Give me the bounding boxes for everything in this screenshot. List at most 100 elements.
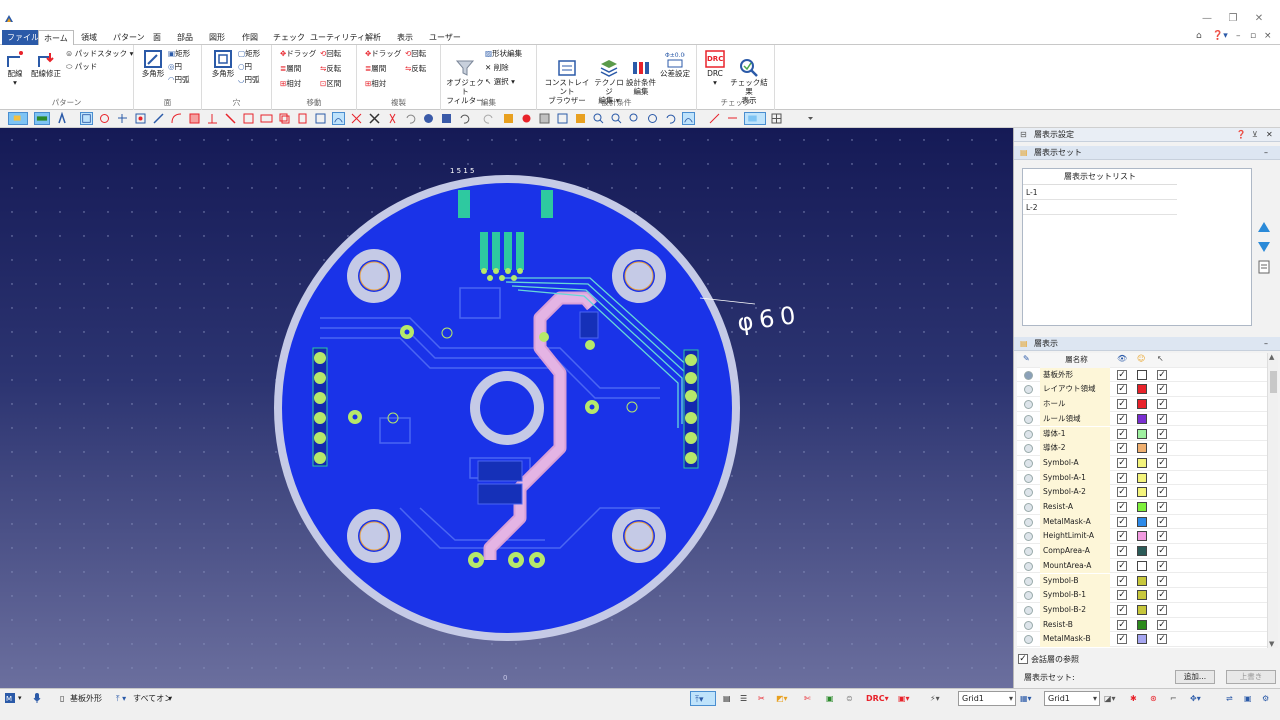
- copy-icon[interactable]: [278, 112, 291, 125]
- list-icon[interactable]: ☰: [740, 691, 747, 706]
- layer-mode-icon[interactable]: ✱: [1130, 691, 1137, 706]
- plane-polygon-button[interactable]: 多角形: [138, 49, 168, 78]
- redraw-icon[interactable]: [664, 112, 677, 125]
- active-layer-radio[interactable]: [1024, 503, 1033, 512]
- arc-trace-icon[interactable]: [170, 112, 183, 125]
- layer-row[interactable]: ルール領域 ✓ ✓: [1017, 411, 1267, 427]
- move-flip-button[interactable]: ⇋反転: [320, 64, 341, 74]
- menu-shape[interactable]: 図形: [204, 30, 230, 45]
- layer-color-swatch[interactable]: [1137, 487, 1147, 498]
- move-layer-button[interactable]: ≣層間: [280, 64, 301, 74]
- grid-select-1[interactable]: Grid1: [958, 691, 1016, 706]
- pin-icon[interactable]: [116, 112, 129, 125]
- active-layer-radio[interactable]: [1024, 517, 1033, 527]
- scissors-icon[interactable]: ✄: [804, 691, 811, 706]
- layer-color-swatch[interactable]: [1137, 428, 1147, 439]
- layer-row[interactable]: MountArea-A ✓ ✓: [1017, 558, 1267, 574]
- active-layer-radio[interactable]: [1024, 547, 1033, 557]
- layer-selectable-checkbox[interactable]: ✓: [1157, 399, 1167, 410]
- ribbon-minimize-icon[interactable]: –: [1236, 31, 1241, 41]
- layer-color-swatch[interactable]: [1137, 502, 1147, 512]
- pcb-board-view[interactable]: φ60 1 5 1 5 0: [0, 128, 1013, 688]
- active-layer-radio[interactable]: [1024, 473, 1033, 483]
- active-layer-radio[interactable]: [1024, 488, 1033, 498]
- layer-row[interactable]: Resist-A ✓ ✓: [1017, 500, 1267, 515]
- layer-visible-checkbox[interactable]: ✓: [1117, 516, 1127, 527]
- layer-visible-checkbox[interactable]: ✓: [1117, 634, 1127, 645]
- layer-visible-checkbox[interactable]: ✓: [1117, 399, 1127, 410]
- scroll-thumb[interactable]: [1270, 371, 1277, 393]
- layer-row[interactable]: Resist-B ✓ ✓: [1017, 617, 1267, 633]
- snap-icon[interactable]: [744, 112, 766, 125]
- layer-visible-checkbox[interactable]: ✓: [1117, 502, 1127, 512]
- active-layer-radio[interactable]: [1024, 605, 1033, 615]
- layer-color-swatch[interactable]: [1137, 399, 1147, 410]
- filter-status[interactable]: すべてオン: [133, 691, 172, 706]
- copy-rotate-button[interactable]: ⟲回転: [405, 49, 426, 59]
- area-icon[interactable]: [260, 112, 273, 125]
- layer-color-swatch[interactable]: [1137, 413, 1147, 424]
- menu-home[interactable]: ホーム: [38, 30, 74, 46]
- layer-row[interactable]: MetalMask-B ✓ ✓: [1017, 632, 1267, 647]
- layer-visible-checkbox[interactable]: ✓: [1117, 443, 1127, 454]
- collapse-icon[interactable]: –: [1264, 337, 1268, 351]
- layer-color-swatch[interactable]: [1137, 516, 1147, 527]
- layer-visible-checkbox[interactable]: ✓: [1117, 531, 1127, 542]
- select-mode-icon[interactable]: [80, 112, 93, 125]
- move-down-icon[interactable]: [1257, 240, 1271, 254]
- layer-row[interactable]: 導体-2 ✓ ✓: [1017, 441, 1267, 456]
- grid-icon[interactable]: [770, 112, 783, 125]
- report-icon[interactable]: [538, 112, 551, 125]
- active-layer-radio[interactable]: [1024, 576, 1033, 586]
- layer-row[interactable]: HeightLimit-A ✓ ✓: [1017, 529, 1267, 545]
- layer-row[interactable]: Symbol-A ✓ ✓: [1017, 455, 1267, 471]
- connect-icon[interactable]: [332, 112, 345, 125]
- component-icon[interactable]: [98, 112, 111, 125]
- corner-icon[interactable]: ⌐: [1170, 691, 1177, 706]
- pad-button[interactable]: ⬭ パッド: [66, 62, 97, 72]
- layer-color-swatch[interactable]: [1137, 531, 1147, 542]
- copy-drag-button[interactable]: ✥ドラッグ: [365, 49, 401, 59]
- scroll-down-icon[interactable]: ▼: [1269, 640, 1274, 648]
- set-list-item[interactable]: L-1: [1023, 185, 1177, 200]
- layer-selectable-checkbox[interactable]: ✓: [1157, 575, 1167, 586]
- copy-relative-button[interactable]: ⊞相対: [365, 79, 386, 89]
- zoom-out-icon[interactable]: [610, 112, 623, 125]
- layer-visible-checkbox[interactable]: ✓: [1117, 384, 1127, 395]
- layer-selectable-checkbox[interactable]: ✓: [1157, 443, 1167, 454]
- toolbar-options-icon[interactable]: [804, 112, 817, 125]
- layer-set-list[interactable]: 層表示セットリスト L-1 L-2: [1022, 168, 1252, 326]
- layer-selectable-checkbox[interactable]: ✓: [1157, 472, 1167, 483]
- layer-visible-checkbox[interactable]: ✓: [1117, 604, 1127, 615]
- view-mode-icon[interactable]: ◪▾: [1104, 691, 1116, 706]
- highlight-icon[interactable]: [8, 112, 28, 125]
- filter-dropdown-icon[interactable]: ▾: [168, 691, 172, 706]
- menu-check[interactable]: チェック: [268, 30, 310, 45]
- set-edit-icon[interactable]: [1257, 260, 1271, 274]
- layer-color-swatch[interactable]: [1137, 604, 1147, 615]
- save-icon[interactable]: [440, 112, 453, 125]
- cut-status-icon[interactable]: ✂: [758, 691, 765, 706]
- layer-row[interactable]: Symbol-A-2 ✓ ✓: [1017, 485, 1267, 500]
- layer-row[interactable]: Symbol-A-1 ✓ ✓: [1017, 470, 1267, 486]
- layer-selectable-checkbox[interactable]: ✓: [1157, 413, 1167, 424]
- layer-selectable-checkbox[interactable]: ✓: [1157, 634, 1167, 645]
- layer-selectable-checkbox[interactable]: ✓: [1157, 516, 1167, 527]
- menu-parts[interactable]: 部品: [172, 30, 198, 45]
- active-layer-radio[interactable]: [1024, 429, 1033, 439]
- layer-visible-checkbox[interactable]: ✓: [1117, 369, 1127, 380]
- select-button[interactable]: ↖ 選択 ▾: [485, 77, 515, 87]
- active-layer-radio[interactable]: [1024, 591, 1033, 601]
- group-icon[interactable]: [314, 112, 327, 125]
- layer-visible-checkbox[interactable]: ✓: [1117, 560, 1127, 571]
- panel-close-icon[interactable]: ✕: [1266, 128, 1273, 142]
- mode-dropdown-icon[interactable]: ▾: [18, 691, 22, 706]
- net-check-icon[interactable]: [520, 112, 533, 125]
- add-button[interactable]: 追加...: [1175, 670, 1215, 684]
- layer-row[interactable]: Symbol-B-2 ✓ ✓: [1017, 602, 1267, 618]
- layer-color-swatch[interactable]: [1137, 457, 1147, 468]
- restore-icon[interactable]: ❐: [1224, 12, 1242, 26]
- layer-color-swatch[interactable]: [1137, 369, 1147, 380]
- plane-icon[interactable]: [188, 112, 201, 125]
- undo-icon[interactable]: [404, 112, 417, 125]
